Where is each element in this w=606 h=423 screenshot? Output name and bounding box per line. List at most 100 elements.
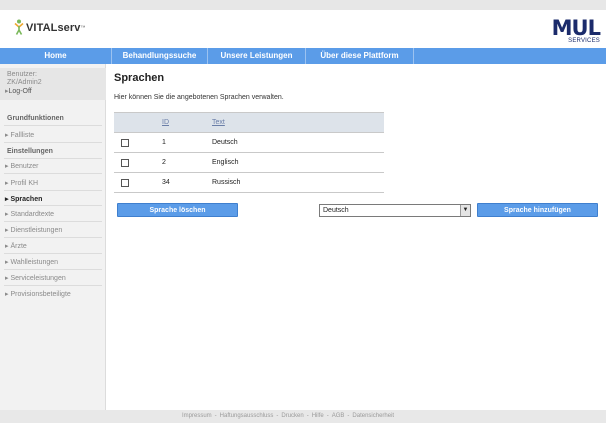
footer-separator: - bbox=[326, 413, 329, 419]
user-name: ZK/Admin2 bbox=[7, 79, 42, 86]
vitalserv-logo-text: VITALserv bbox=[26, 22, 81, 34]
sidebar-item-label: Profil KH bbox=[10, 180, 39, 187]
nav-home[interactable]: Home bbox=[0, 48, 112, 64]
cell-id: 1 bbox=[162, 132, 212, 153]
sidebar-divider bbox=[4, 205, 102, 206]
sidebar-item-fallliste[interactable]: ▸ Fallliste bbox=[5, 131, 34, 139]
nav-behandlungssuche[interactable]: Behandlungssuche bbox=[112, 48, 208, 64]
arrow-right-icon: ▸ bbox=[5, 227, 9, 234]
table-header-select bbox=[114, 112, 162, 133]
nav-unsere-leistungen[interactable]: Unsere Leistungen bbox=[208, 48, 306, 64]
cell-text: Deutsch bbox=[212, 132, 384, 153]
sidebar-item-serviceleistungen[interactable]: ▸ Serviceleistungen bbox=[5, 274, 66, 282]
sidebar-item-standardtexte[interactable]: ▸ Standardtexte bbox=[5, 210, 54, 218]
sidebar-item-label: Dienstleistungen bbox=[10, 227, 63, 234]
sort-text-link[interactable]: Text bbox=[212, 119, 225, 126]
sidebar-item-label: Provisionsbeteiligte bbox=[10, 291, 71, 298]
language-select[interactable]: Deutsch ▼ bbox=[319, 204, 471, 217]
page-title: Sprachen bbox=[114, 72, 165, 84]
footer-link-haftungsausschluss[interactable]: Haftungsausschluss bbox=[220, 413, 274, 419]
language-select-value: Deutsch bbox=[323, 207, 349, 214]
footer-link-hilfe[interactable]: Hilfe bbox=[312, 413, 324, 419]
footer: Impressum - Haftungsausschluss - Drucken - Hil… bbox=[0, 410, 606, 423]
sidebar-item-aerzte[interactable]: ▸ Ärzte bbox=[5, 242, 27, 250]
arrow-right-icon: ▸ bbox=[5, 259, 9, 266]
arrow-right-icon: ▸ bbox=[5, 275, 9, 282]
sort-id-link[interactable]: ID bbox=[162, 119, 169, 126]
vitalserv-logo[interactable]: VITALserv ™ bbox=[14, 18, 86, 38]
user-label: Benutzer: bbox=[7, 71, 37, 78]
sidebar-divider bbox=[4, 173, 102, 174]
delete-language-button[interactable]: Sprache löschen bbox=[117, 203, 238, 217]
arrow-right-icon: ▸ bbox=[5, 211, 9, 218]
sidebar-item-dienstleistungen[interactable]: ▸ Dienstleistungen bbox=[5, 226, 62, 234]
chevron-down-icon[interactable]: ▼ bbox=[460, 205, 470, 216]
sidebar-item-wahlleistungen[interactable]: ▸ Wahlleistungen bbox=[5, 258, 58, 266]
sidebar-item-label: Benutzer bbox=[10, 163, 39, 170]
footer-link-datensicherheit[interactable]: Datensicherheit bbox=[352, 413, 394, 419]
footer-separator: - bbox=[214, 413, 217, 419]
sidebar-item-sprachen[interactable]: ▸ Sprachen bbox=[5, 195, 42, 203]
table-row: 1 Deutsch bbox=[114, 132, 384, 153]
cell-text: Englisch bbox=[212, 152, 384, 173]
section-einstellungen: Einstellungen bbox=[7, 148, 53, 155]
cell-text: Russisch bbox=[212, 172, 384, 193]
sidebar-item-label: Ärzte bbox=[10, 243, 27, 250]
table-row: 34 Russisch bbox=[114, 172, 384, 193]
table-header-text[interactable]: Text bbox=[212, 112, 384, 133]
footer-link-impressum[interactable]: Impressum bbox=[182, 413, 212, 419]
mul-logo-subtitle: SERVICES bbox=[568, 38, 600, 44]
sidebar-divider bbox=[4, 253, 102, 254]
footer-link-agb[interactable]: AGB bbox=[332, 413, 345, 419]
arrow-right-icon: ▸ bbox=[5, 291, 9, 298]
nav-ueber-plattform[interactable]: Über diese Plattform bbox=[306, 48, 414, 64]
row-checkbox[interactable] bbox=[121, 138, 129, 147]
sidebar-item-label: Standardtexte bbox=[10, 211, 55, 218]
footer-link-drucken[interactable]: Drucken bbox=[281, 413, 303, 419]
table-header-row: ID Text bbox=[114, 112, 384, 133]
cell-id: 2 bbox=[162, 152, 212, 173]
sidebar-item-label: Sprachen bbox=[10, 196, 43, 203]
sidebar-divider bbox=[4, 158, 102, 159]
table-header-id[interactable]: ID bbox=[162, 112, 212, 133]
trademark-mark: ™ bbox=[80, 25, 86, 31]
main-nav: Home Behandlungssuche Unsere Leistungen … bbox=[0, 48, 606, 64]
cell-id: 34 bbox=[162, 172, 212, 193]
logoff-label: Log-Off bbox=[8, 88, 32, 95]
row-checkbox[interactable] bbox=[121, 158, 129, 167]
arrow-right-icon: ▸ bbox=[5, 243, 9, 250]
row-checkbox[interactable] bbox=[121, 178, 129, 187]
languages-table: ID Text 1 Deutsch 2 Englisch 34 Russisch bbox=[114, 112, 384, 193]
sidebar-divider bbox=[4, 221, 102, 222]
logoff-link[interactable]: ▸Log-Off bbox=[5, 87, 32, 95]
page-subtitle: Hier können Sie die angebotenen Sprachen… bbox=[114, 94, 284, 101]
sidebar-item-provisionsbeteiligte[interactable]: ▸ Provisionsbeteiligte bbox=[5, 290, 71, 298]
sidebar-divider bbox=[4, 237, 102, 238]
sidebar-divider bbox=[4, 190, 102, 191]
section-grundfunktionen: Grundfunktionen bbox=[7, 115, 64, 122]
header bbox=[0, 10, 606, 47]
sidebar-item-label: Fallliste bbox=[10, 132, 35, 139]
arrow-right-icon: ▸ bbox=[5, 132, 9, 139]
sidebar-divider bbox=[4, 125, 102, 126]
sidebar-item-profil-kh[interactable]: ▸ Profil KH bbox=[5, 179, 38, 187]
footer-separator: - bbox=[276, 413, 279, 419]
table-row: 2 Englisch bbox=[114, 152, 384, 173]
arrow-right-icon: ▸ bbox=[5, 196, 9, 203]
sidebar-item-benutzer[interactable]: ▸ Benutzer bbox=[5, 162, 39, 170]
footer-links: Impressum - Haftungsausschluss - Drucken - Hil… bbox=[182, 413, 394, 419]
person-figure-icon bbox=[14, 19, 24, 37]
footer-separator: - bbox=[347, 413, 350, 419]
user-info-box: Benutzer: ZK/Admin2 ▸Log-Off bbox=[0, 68, 106, 100]
footer-separator: - bbox=[306, 413, 309, 419]
top-strip bbox=[0, 0, 606, 10]
mul-logo-word: MUL bbox=[551, 16, 601, 40]
sidebar-divider bbox=[4, 269, 102, 270]
arrow-right-icon: ▸ bbox=[5, 180, 9, 187]
mul-services-logo: MUL SERVICES bbox=[544, 16, 601, 48]
arrow-right-icon: ▸ bbox=[5, 163, 9, 170]
sidebar-divider bbox=[4, 285, 102, 286]
sidebar-item-label: Serviceleistungen bbox=[10, 275, 66, 282]
sidebar: Benutzer: ZK/Admin2 ▸Log-Off Grundfunkti… bbox=[0, 64, 106, 410]
add-language-button[interactable]: Sprache hinzufügen bbox=[477, 203, 598, 217]
